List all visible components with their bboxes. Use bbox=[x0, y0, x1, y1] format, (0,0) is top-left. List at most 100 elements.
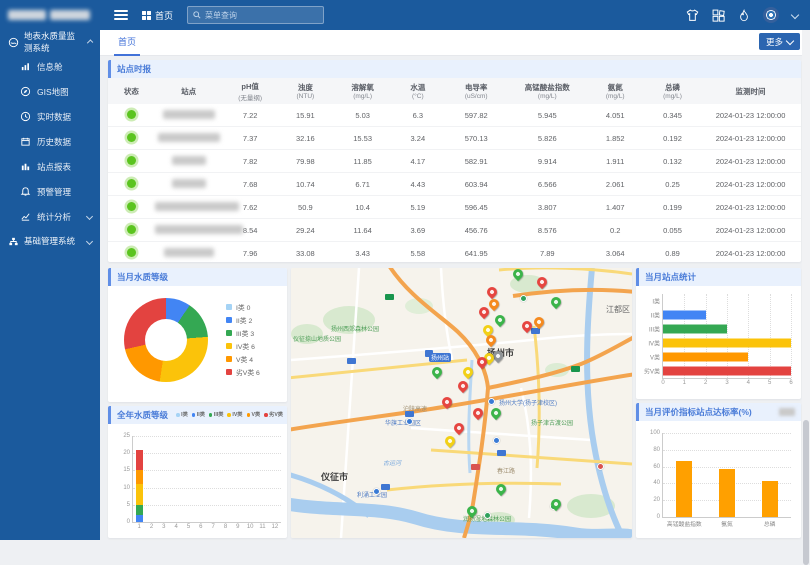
sidebar-section-1[interactable]: 基础管理系统 bbox=[0, 229, 100, 253]
y-tick-label: 20 bbox=[653, 497, 660, 503]
pin-center-dot bbox=[434, 369, 440, 375]
panel-annual-quality: 全年水质等级 I类II类III类IV类V类劣V类 051015202512345… bbox=[108, 406, 287, 538]
map-canvas[interactable]: 扬州市仪征市江都区沪陕高速春江路古运河扬州西郊森林公园仪征捺山地质公园润扬湿地森… bbox=[291, 268, 632, 538]
table-row: 7.3732.1615.533.24570.135.8261.8520.1922… bbox=[108, 127, 801, 150]
sidebar-item-预警管理[interactable]: 预警管理 bbox=[0, 179, 100, 204]
pin-center-dot bbox=[460, 383, 466, 389]
pin-center-dot bbox=[493, 410, 499, 416]
cell-value: 7.82 bbox=[223, 150, 278, 173]
cell-value: 2024-01-23 12:00:00 bbox=[700, 173, 801, 196]
annual-legend: I类II类III类IV类V类劣V类 bbox=[176, 409, 287, 422]
map-poi-dot[interactable] bbox=[373, 488, 380, 495]
cell-value: 7.37 bbox=[223, 127, 278, 150]
legend-item: IV类 bbox=[227, 409, 242, 422]
status-dot-green bbox=[127, 202, 136, 211]
pin-center-dot bbox=[481, 309, 487, 315]
sidebar-item-GIS地图[interactable]: GIS地图 bbox=[0, 79, 100, 104]
map-poi-dot[interactable] bbox=[406, 418, 413, 425]
map-poi-dot[interactable] bbox=[493, 437, 500, 444]
cell-value: 4.17 bbox=[392, 150, 443, 173]
bar bbox=[719, 469, 735, 517]
x-tick-label: 3 bbox=[162, 524, 165, 530]
page-scrollbar-thumb[interactable] bbox=[803, 420, 809, 565]
map-poi-dot[interactable] bbox=[484, 512, 491, 519]
column-header: 监测时间 bbox=[700, 78, 801, 104]
page-scrollbar-track[interactable] bbox=[802, 30, 810, 540]
flame-icon[interactable] bbox=[738, 9, 750, 22]
chevron-down-icon[interactable] bbox=[791, 11, 799, 19]
legend-color-dot bbox=[209, 413, 213, 417]
category-label: 总磷 bbox=[764, 519, 776, 528]
sidebar-item-站点报表[interactable]: 站点报表 bbox=[0, 154, 100, 179]
x-tick-label: 4 bbox=[174, 524, 177, 530]
map-poi-dot[interactable] bbox=[597, 463, 604, 470]
panel-title-station-report: 站点时报 bbox=[108, 60, 801, 78]
x-tick-label: 3 bbox=[725, 380, 728, 386]
avatar[interactable] bbox=[763, 7, 779, 23]
category-label: IV类 bbox=[648, 339, 660, 348]
bar bbox=[663, 367, 791, 376]
layout-grid-icon[interactable] bbox=[712, 9, 725, 22]
skin-icon[interactable] bbox=[686, 9, 699, 22]
gridline bbox=[727, 294, 728, 378]
cell-value: 0.2 bbox=[586, 219, 645, 242]
station-stats-bar-chart: 0123456I类II类III类IV类V类劣V类 bbox=[662, 294, 791, 379]
more-button[interactable]: 更多 bbox=[759, 33, 800, 50]
column-header: pH值(无量纲) bbox=[223, 78, 278, 104]
sidebar-section-0[interactable]: 地表水质量监测系统 bbox=[0, 30, 100, 54]
gridline bbox=[133, 436, 281, 437]
compliance-bar-chart: 020406080100高锰酸盐指数氨氮总磷 bbox=[662, 433, 791, 518]
dashboard-icon bbox=[20, 61, 31, 72]
pin-center-dot bbox=[495, 353, 501, 359]
sidebar-item-统计分析[interactable]: 统计分析 bbox=[0, 204, 100, 229]
legend-label: II类 2 bbox=[236, 315, 252, 325]
category-label: 劣V类 bbox=[644, 367, 660, 376]
y-tick-label: 20 bbox=[123, 450, 130, 456]
cell-value: 50.9 bbox=[278, 196, 333, 219]
compass-icon bbox=[20, 86, 31, 97]
cell-value: 1.407 bbox=[586, 196, 645, 219]
cell-value: 33.08 bbox=[278, 242, 333, 263]
cell-value: 0.055 bbox=[645, 219, 700, 242]
map-poi-dot[interactable] bbox=[520, 295, 527, 302]
y-tick-label: 15 bbox=[123, 467, 130, 473]
legend-color-dot bbox=[226, 330, 232, 336]
x-tick-label: 5 bbox=[768, 380, 771, 386]
chevron-down-icon bbox=[86, 213, 93, 220]
category-label: III类 bbox=[649, 325, 660, 334]
sidebar-item-信息舱[interactable]: 信息舱 bbox=[0, 54, 100, 79]
cell-value: 582.91 bbox=[443, 150, 509, 173]
cell-value: 5.826 bbox=[509, 127, 585, 150]
cell-value: 3.24 bbox=[392, 127, 443, 150]
map-poi-dot[interactable] bbox=[488, 398, 495, 405]
table-row: 7.8279.9811.854.17582.919.9141.9110.1322… bbox=[108, 150, 801, 173]
cell-value: 5.945 bbox=[509, 104, 585, 127]
search-input[interactable]: 菜单查询 bbox=[187, 6, 324, 24]
cell-value: 10.4 bbox=[333, 196, 392, 219]
cell-value: 5.19 bbox=[392, 196, 443, 219]
x-tick-label: 1 bbox=[137, 524, 140, 530]
x-tick-label: 7 bbox=[211, 524, 214, 530]
cell-value: 32.16 bbox=[278, 127, 333, 150]
status-dot-green bbox=[127, 156, 136, 165]
station-name-redacted bbox=[158, 133, 220, 142]
table-row: 8.5429.2411.643.69456.768.5760.20.055202… bbox=[108, 219, 801, 242]
cell-value: 2024-01-23 12:00:00 bbox=[700, 242, 801, 263]
chevron-down-icon bbox=[786, 36, 794, 44]
pin-center-dot bbox=[485, 327, 491, 333]
sidebar-item-历史数据[interactable]: 历史数据 bbox=[0, 129, 100, 154]
cell-value: 3.064 bbox=[586, 242, 645, 263]
pin-center-dot bbox=[553, 299, 559, 305]
sidebar-section-label: 基础管理系统 bbox=[24, 235, 75, 247]
logo-redacted-block bbox=[50, 10, 90, 20]
cell-value: 2024-01-23 12:00:00 bbox=[700, 196, 801, 219]
cell-value: 0.345 bbox=[645, 104, 700, 127]
sidebar-item-实时数据[interactable]: 实时数据 bbox=[0, 104, 100, 129]
topnav-home[interactable]: 首页 bbox=[142, 9, 173, 22]
hamburger-menu-icon[interactable] bbox=[114, 10, 128, 20]
stacked-bar-segment bbox=[136, 484, 143, 505]
tab-home[interactable]: 首页 bbox=[114, 30, 140, 56]
pin-center-dot bbox=[498, 486, 504, 492]
station-name-redacted bbox=[163, 110, 215, 119]
sidebar-item-label: 历史数据 bbox=[37, 136, 71, 148]
